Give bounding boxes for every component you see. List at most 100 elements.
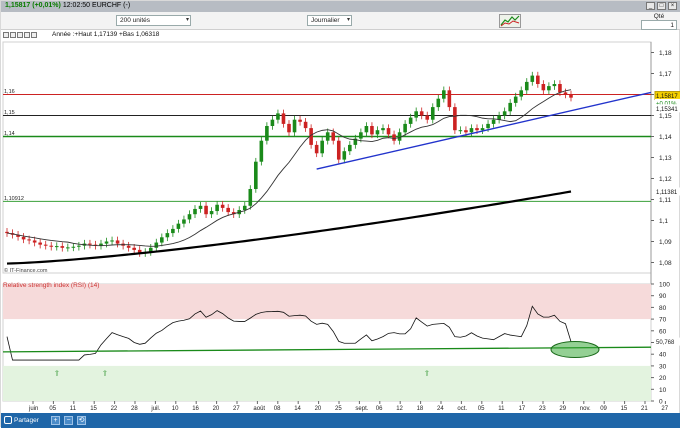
x-tick-label: 11 bbox=[498, 406, 505, 412]
candle bbox=[298, 119, 302, 122]
rsi-tick-label: 20 bbox=[659, 375, 667, 382]
candle bbox=[21, 236, 26, 240]
candle bbox=[198, 205, 203, 209]
price-tick-label: 1,12 bbox=[659, 176, 672, 183]
x-tick-label: 06 bbox=[376, 406, 383, 412]
candle bbox=[165, 233, 170, 238]
candle bbox=[325, 132, 330, 141]
x-tick-label: nov. bbox=[580, 406, 591, 412]
candle bbox=[126, 245, 131, 248]
candle bbox=[480, 128, 485, 131]
candle bbox=[464, 130, 468, 133]
rsi-tick-label: 0 bbox=[659, 399, 663, 406]
candle bbox=[524, 81, 529, 91]
rsi-highlight-ellipse bbox=[550, 341, 600, 359]
rsi-tick-label: 40 bbox=[659, 352, 667, 359]
candle bbox=[530, 75, 535, 82]
x-tick-label: 14 bbox=[294, 406, 301, 412]
candle bbox=[38, 242, 42, 245]
candle bbox=[171, 228, 175, 234]
indicator-title: Relative strength index (RSI) (14) bbox=[3, 282, 100, 289]
candle bbox=[370, 126, 374, 135]
x-tick-label: sept. bbox=[355, 406, 368, 412]
x-tick-label: 12 bbox=[396, 406, 403, 412]
candle bbox=[49, 245, 54, 247]
candle bbox=[77, 245, 81, 247]
candle bbox=[88, 243, 92, 245]
candle bbox=[419, 111, 424, 116]
x-tick-label: 16 bbox=[192, 406, 199, 412]
x-tick-label: 27 bbox=[661, 406, 668, 412]
rsi-value-tag: 50,768 bbox=[656, 340, 675, 346]
candle bbox=[265, 126, 269, 141]
candle bbox=[182, 219, 186, 224]
candle bbox=[66, 247, 70, 249]
zoom-in-button[interactable]: + bbox=[51, 416, 60, 425]
candle bbox=[541, 84, 546, 91]
rsi-tick-label: 70 bbox=[659, 317, 667, 324]
candle bbox=[115, 240, 120, 244]
candle bbox=[270, 119, 275, 126]
level-label: 1,15 bbox=[4, 110, 15, 116]
up-arrow-icon: ⇧ bbox=[424, 369, 430, 377]
x-tick-label: 29 bbox=[559, 406, 566, 412]
price-tick-label: 1,14 bbox=[659, 134, 672, 141]
candle bbox=[359, 132, 363, 139]
candle bbox=[364, 126, 369, 133]
x-tick-label: 15 bbox=[621, 406, 628, 412]
candle bbox=[110, 240, 114, 242]
x-tick-label: 15 bbox=[90, 406, 97, 412]
zoom-out-button[interactable]: − bbox=[64, 416, 73, 425]
candle bbox=[486, 123, 490, 129]
x-tick-label: 05 bbox=[478, 406, 485, 412]
candle bbox=[104, 241, 109, 244]
candle bbox=[569, 94, 573, 98]
candle bbox=[475, 128, 479, 131]
x-tick-label: oct. bbox=[457, 406, 467, 412]
candle bbox=[563, 92, 568, 95]
candle bbox=[242, 205, 247, 210]
candle bbox=[276, 113, 280, 120]
price-tick-label: 1,17 bbox=[659, 71, 672, 78]
x-tick-label: 11 bbox=[70, 406, 77, 412]
candle bbox=[513, 96, 518, 103]
level-label: 1,16 bbox=[4, 89, 15, 95]
candle bbox=[320, 140, 324, 154]
candle bbox=[502, 111, 507, 116]
ma-short-tag: 1,15341 bbox=[656, 107, 678, 113]
candle bbox=[292, 119, 297, 133]
zoom-reset-button[interactable]: ⟲ bbox=[77, 416, 86, 425]
copyright-text: © IT-Finance.com bbox=[4, 267, 48, 274]
x-tick-label: 10 bbox=[172, 406, 179, 412]
candle bbox=[248, 189, 253, 206]
price-tick-label: 1,1 bbox=[659, 218, 668, 225]
level-label: 1,10912 bbox=[4, 196, 24, 202]
candle bbox=[414, 111, 418, 118]
candle bbox=[447, 90, 452, 108]
candle bbox=[204, 205, 208, 215]
share-button[interactable]: Partager bbox=[4, 415, 39, 426]
chart-area[interactable]: 1,18 1,17 1,16 1,15 1,14 1,13 1,12 1,11 1,1 1,09 1… bbox=[1, 1, 680, 413]
rsi-tick-label: 90 bbox=[659, 293, 667, 300]
candle bbox=[154, 242, 159, 248]
candle bbox=[27, 239, 31, 241]
candle bbox=[336, 140, 341, 160]
ma-long-tag: 1,11381 bbox=[656, 190, 678, 196]
rsi-tick-label: 10 bbox=[659, 387, 667, 394]
x-tick-label: 20 bbox=[213, 406, 220, 412]
rsi-tick-label: 80 bbox=[659, 305, 667, 312]
candle bbox=[32, 240, 37, 243]
candle bbox=[132, 247, 136, 250]
x-tick-label: juin bbox=[28, 406, 38, 412]
rsi-tick-label: 30 bbox=[659, 363, 667, 370]
rsi-tick-label: 60 bbox=[659, 328, 667, 335]
level-label: 1,14 bbox=[4, 131, 15, 137]
up-arrow-icon: ⇧ bbox=[102, 369, 108, 377]
candle bbox=[220, 204, 225, 208]
candle bbox=[381, 128, 385, 131]
candle bbox=[458, 130, 463, 132]
price-tick-label: 1,08 bbox=[659, 260, 672, 267]
candle bbox=[392, 134, 396, 141]
x-tick-label: 28 bbox=[131, 406, 138, 412]
price-tick-label: 1,09 bbox=[659, 239, 672, 246]
